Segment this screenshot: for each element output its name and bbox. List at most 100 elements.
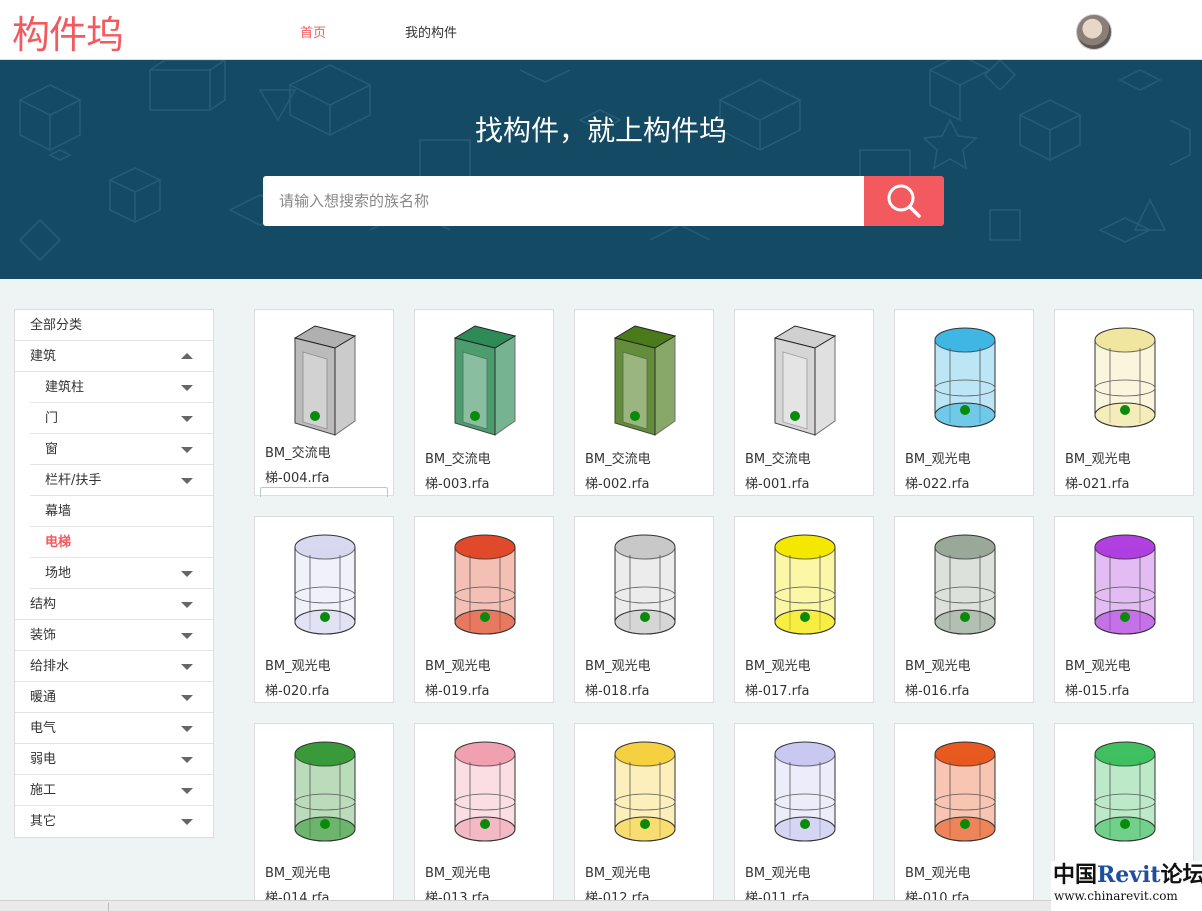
component-card[interactable]: BM_交流电 梯-001.rfa [734, 309, 874, 496]
watermark-title-b: Revit [1097, 862, 1161, 888]
sidebar-item-label: 电气 [30, 721, 57, 736]
sidebar-item[interactable]: 场地 [30, 558, 213, 589]
sidebar-item[interactable]: 其它 [15, 806, 213, 837]
component-name-line1: BM_观光电 [1065, 659, 1131, 674]
sidebar-item[interactable]: 电梯 [30, 527, 213, 558]
component-name: BM_观光电 梯-015.rfa [1065, 654, 1187, 704]
component-name-line2: 梯-003.rfa [425, 477, 490, 492]
sidebar-item[interactable]: 弱电 [15, 744, 213, 775]
component-card[interactable]: BM_观光电 梯-018.rfa [574, 516, 714, 703]
component-card[interactable]: BM_观光电 梯-020.rfa [254, 516, 394, 703]
sidebar-item-label: 窗 [45, 442, 59, 457]
sidebar-item[interactable]: 门 [30, 403, 213, 434]
chevron-down-icon[interactable] [181, 633, 193, 639]
sightseeing-elevator-icon [435, 525, 535, 650]
chevron-down-icon[interactable] [181, 571, 193, 577]
chevron-down-icon[interactable] [181, 478, 193, 484]
sightseeing-elevator-icon [1075, 732, 1175, 857]
sightseeing-elevator-icon [915, 732, 1015, 857]
component-card[interactable]: BM_观光电 梯-013.rfa [414, 723, 554, 910]
sightseeing-elevator-icon [755, 525, 855, 650]
chevron-down-icon[interactable] [181, 664, 193, 670]
component-name-line2: 梯-018.rfa [585, 684, 650, 699]
chevron-down-icon[interactable] [181, 788, 193, 794]
sidebar-item-label: 给排水 [30, 659, 70, 674]
sidebar-item-label: 全部分类 [30, 318, 83, 333]
component-name-line1: BM_交流电 [265, 446, 331, 461]
component-name: BM_观光电 梯-020.rfa [265, 654, 387, 704]
search-icon [887, 184, 921, 218]
elevator-box-icon [595, 318, 695, 443]
component-card[interactable]: BM_观光电 梯-022.rfa [894, 309, 1034, 496]
sidebar-item[interactable]: 暖通 [15, 682, 213, 713]
user-avatar[interactable] [1076, 14, 1112, 50]
nav-my-components[interactable]: 我的构件 [405, 22, 457, 41]
sidebar-item[interactable]: 结构 [15, 589, 213, 620]
sidebar-item[interactable]: 幕墙 [30, 496, 213, 527]
component-name-line1: BM_交流电 [425, 452, 491, 467]
component-name-line1: BM_观光电 [265, 866, 331, 881]
watermark-url: www.chinarevit.com [1054, 889, 1178, 903]
sightseeing-elevator-icon [275, 732, 375, 857]
sidebar-item[interactable]: 施工 [15, 775, 213, 806]
watermark-title-c: 论坛 [1160, 862, 1202, 888]
component-card[interactable]: BM_观光电 梯-010.rfa [894, 723, 1034, 910]
component-name-line1: BM_观光电 [425, 659, 491, 674]
component-name-line2: 梯-015.rfa [1065, 684, 1130, 699]
component-card[interactable]: BM_观光电 梯-014.rfa [254, 723, 394, 910]
component-name-line2: 梯-019.rfa [425, 684, 490, 699]
watermark-title-a: 中国 [1053, 862, 1098, 888]
sidebar-item[interactable]: 建筑柱 [30, 372, 213, 403]
chevron-up-icon[interactable] [181, 353, 193, 359]
chevron-down-icon[interactable] [181, 602, 193, 608]
component-name: BM_交流电 梯-003.rfa [425, 447, 547, 497]
component-card[interactable]: BM_观光电 梯-012.rfa [574, 723, 714, 910]
chevron-down-icon[interactable] [181, 447, 193, 453]
chevron-down-icon[interactable] [181, 726, 193, 732]
chevron-down-icon[interactable] [181, 416, 193, 422]
chevron-down-icon[interactable] [181, 819, 193, 825]
search-button[interactable] [864, 176, 944, 226]
component-name-line1: BM_观光电 [905, 866, 971, 881]
component-card[interactable]: BM_观光电 梯-011.rfa [734, 723, 874, 910]
sightseeing-elevator-icon [435, 732, 535, 857]
sidebar-item-label: 门 [45, 411, 59, 426]
sidebar-item[interactable]: 建筑 [15, 341, 213, 372]
sidebar-item[interactable]: 窗 [30, 434, 213, 465]
sidebar-item-label: 结构 [30, 597, 57, 612]
forum-watermark: 中国Revit论坛 www.chinarevit.com [1051, 861, 1202, 911]
component-name-line1: BM_观光电 [585, 866, 651, 881]
component-card[interactable]: BM_交流电 梯-003.rfa [414, 309, 554, 496]
sidebar-item[interactable]: 给排水 [15, 651, 213, 682]
site-logo[interactable]: 构件坞 [12, 4, 124, 59]
component-name-line2: 梯-022.rfa [905, 477, 970, 492]
sidebar-item-label: 场地 [45, 566, 72, 581]
sidebar-item[interactable]: 装饰 [15, 620, 213, 651]
component-name: BM_观光电 梯-016.rfa [905, 654, 1027, 704]
search-input[interactable] [263, 176, 864, 226]
component-card[interactable]: BM_观光电 梯-017.rfa [734, 516, 874, 703]
component-card[interactable]: BM_交流电 梯-002.rfa [574, 309, 714, 496]
chevron-down-icon[interactable] [181, 695, 193, 701]
component-name-line1: BM_交流电 [745, 452, 811, 467]
sidebar-item-label: 建筑 [30, 349, 57, 364]
sidebar-item-label: 其它 [30, 814, 57, 829]
sightseeing-elevator-icon [1075, 525, 1175, 650]
chevron-down-icon[interactable] [181, 757, 193, 763]
sightseeing-elevator-icon [915, 318, 1015, 443]
sidebar-item[interactable]: 栏杆/扶手 [30, 465, 213, 496]
component-card[interactable]: BM_观光电 梯-016.rfa [894, 516, 1034, 703]
sidebar-item[interactable]: 全部分类 [15, 310, 213, 341]
sidebar-item-label: 装饰 [30, 628, 57, 643]
component-card[interactable]: BM_观光电 梯-015.rfa [1054, 516, 1194, 703]
sidebar-item-label: 电梯 [45, 535, 72, 550]
sightseeing-elevator-icon [595, 525, 695, 650]
nav-home[interactable]: 首页 [300, 22, 326, 41]
component-card[interactable]: BM_观光电 梯-019.rfa [414, 516, 554, 703]
component-name-line2: 梯-002.rfa [585, 477, 650, 492]
chevron-down-icon[interactable] [181, 385, 193, 391]
component-card[interactable]: BM_交流电 梯-004.rfa [254, 309, 394, 497]
component-card[interactable]: BM_观光电 梯-021.rfa [1054, 309, 1194, 496]
top-header: 构件坞 首页 我的构件 [0, 0, 1202, 60]
sidebar-item[interactable]: 电气 [15, 713, 213, 744]
